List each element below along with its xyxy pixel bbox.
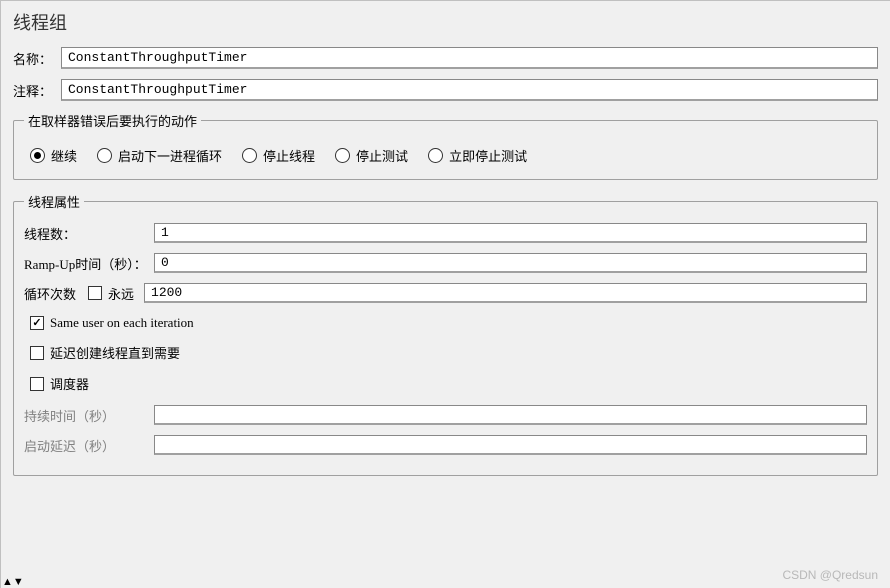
radio-stop-test-now-label: 立即停止测试 — [449, 146, 527, 165]
duration-row: 持续时间（秒） — [24, 405, 867, 425]
comment-label: 注释： — [13, 81, 61, 100]
forever-label: 永远 — [108, 284, 134, 303]
radio-icon — [335, 148, 350, 163]
startup-delay-input — [154, 435, 867, 455]
duration-input — [154, 405, 867, 425]
startup-delay-label: 启动延迟（秒） — [24, 436, 154, 455]
loop-count-row: 循环次数 永远 — [24, 283, 867, 303]
checkbox-icon — [30, 316, 44, 330]
num-threads-input[interactable] — [154, 223, 867, 243]
comment-input[interactable] — [61, 79, 878, 101]
comment-row: 注释： — [13, 79, 878, 101]
ramp-up-label: Ramp-Up时间（秒）： — [24, 254, 154, 273]
checkbox-icon — [30, 346, 44, 360]
num-threads-label: 线程数： — [24, 224, 154, 243]
startup-delay-row: 启动延迟（秒） — [24, 435, 867, 455]
loop-count-input[interactable] — [144, 283, 867, 303]
delayed-start-label: 延迟创建线程直到需要 — [50, 343, 180, 362]
radio-stop-test-now[interactable]: 立即停止测试 — [428, 146, 527, 165]
same-user-row[interactable]: Same user on each iteration — [30, 315, 867, 331]
ramp-up-row: Ramp-Up时间（秒）： — [24, 253, 867, 273]
radio-icon — [428, 148, 443, 163]
radio-icon — [97, 148, 112, 163]
same-user-label: Same user on each iteration — [50, 315, 194, 331]
delayed-start-row[interactable]: 延迟创建线程直到需要 — [30, 343, 867, 362]
thread-props-fieldset: 线程属性 线程数： Ramp-Up时间（秒）： 循环次数 永远 Same use… — [13, 192, 878, 476]
radio-stop-thread-label: 停止线程 — [263, 146, 315, 165]
scheduler-label: 调度器 — [50, 374, 89, 393]
name-input[interactable] — [61, 47, 878, 69]
error-action-fieldset: 在取样器错误后要执行的动作 继续 启动下一进程循环 停止线程 停止测试 立即停止… — [13, 111, 878, 180]
checkbox-icon — [88, 286, 102, 300]
ramp-up-input[interactable] — [154, 253, 867, 273]
checkbox-icon — [30, 377, 44, 391]
forever-checkbox-wrap[interactable]: 永远 — [88, 284, 134, 303]
name-label: 名称： — [13, 49, 61, 68]
radio-stop-thread[interactable]: 停止线程 — [242, 146, 315, 165]
error-action-legend: 在取样器错误后要执行的动作 — [24, 111, 201, 130]
radio-stop-test[interactable]: 停止测试 — [335, 146, 408, 165]
radio-continue-label: 继续 — [51, 146, 77, 165]
radio-start-next[interactable]: 启动下一进程循环 — [97, 146, 222, 165]
page-title: 线程组 — [13, 9, 878, 35]
loop-count-label: 循环次数 — [24, 284, 88, 303]
resize-handle-icon[interactable]: ▲▼ — [2, 576, 24, 588]
error-action-radio-group: 继续 启动下一进程循环 停止线程 停止测试 立即停止测试 — [24, 142, 867, 169]
thread-props-legend: 线程属性 — [24, 192, 84, 211]
scheduler-row[interactable]: 调度器 — [30, 374, 867, 393]
num-threads-row: 线程数： — [24, 223, 867, 243]
name-row: 名称： — [13, 47, 878, 69]
thread-group-panel: 线程组 名称： 注释： 在取样器错误后要执行的动作 继续 启动下一进程循环 停止… — [0, 0, 890, 588]
radio-icon — [30, 148, 45, 163]
duration-label: 持续时间（秒） — [24, 406, 154, 425]
radio-start-next-label: 启动下一进程循环 — [118, 146, 222, 165]
radio-stop-test-label: 停止测试 — [356, 146, 408, 165]
radio-continue[interactable]: 继续 — [30, 146, 77, 165]
radio-icon — [242, 148, 257, 163]
watermark: CSDN @Qredsun — [782, 568, 878, 582]
